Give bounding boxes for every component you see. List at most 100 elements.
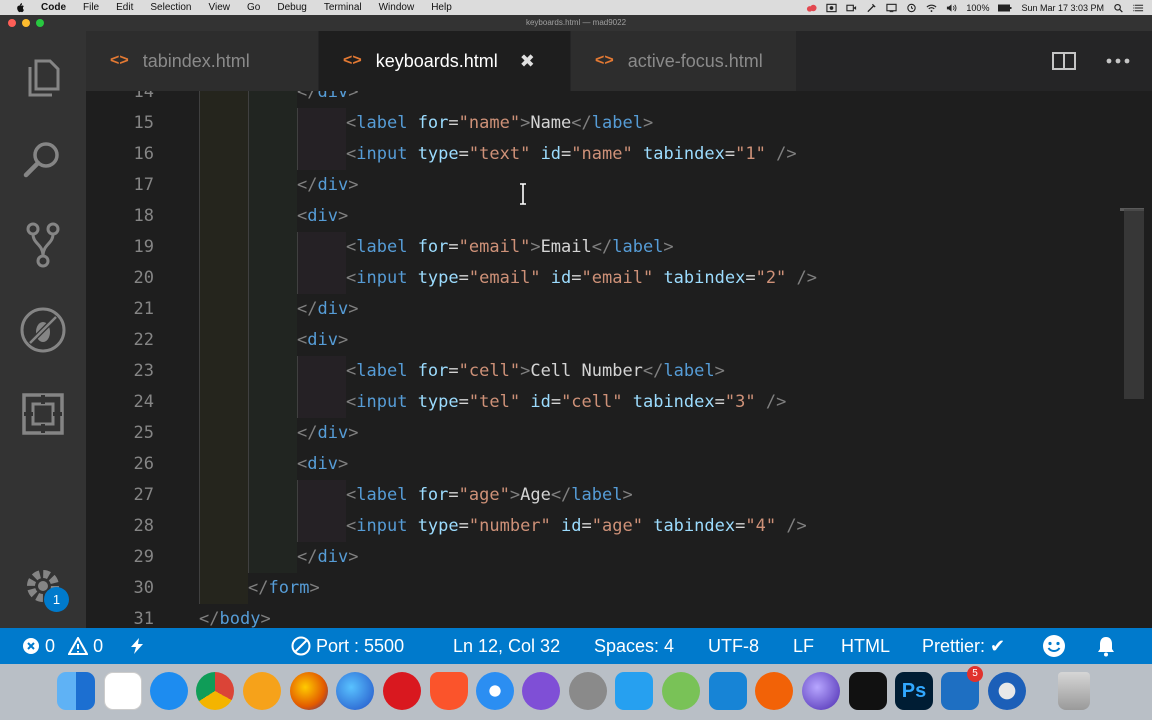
indentation[interactable]: Spaces: 4 <box>594 628 674 664</box>
photoshop-icon[interactable]: Ps <box>895 672 933 710</box>
code-line[interactable]: 14 </div> <box>86 91 1126 108</box>
opera-icon[interactable] <box>383 672 421 710</box>
firefox-icon[interactable] <box>290 672 328 710</box>
video-camera-icon[interactable] <box>846 3 857 13</box>
display-icon[interactable] <box>886 3 898 13</box>
line-number[interactable]: 30 <box>86 573 154 604</box>
timemachine-icon[interactable] <box>906 3 917 13</box>
line-number[interactable]: 22 <box>86 325 154 356</box>
code-line[interactable]: 22 <div> <box>86 325 1126 356</box>
code-line[interactable]: 23 <label for="cell">Cell Number</label> <box>86 356 1126 387</box>
line-number[interactable]: 19 <box>86 232 154 263</box>
screen-recorder-dock-icon[interactable] <box>988 672 1026 710</box>
tab-keyboards[interactable]: <> keyboards.html ✖ <box>319 31 571 91</box>
code-line[interactable]: 31 </body> <box>86 604 1126 628</box>
brave-icon[interactable] <box>430 672 468 710</box>
line-number[interactable]: 28 <box>86 511 154 542</box>
trash-icon[interactable] <box>1058 672 1090 710</box>
menu-terminal[interactable]: Terminal <box>324 0 362 15</box>
close-tab-icon[interactable]: ✖ <box>520 51 535 72</box>
more-actions-icon[interactable] <box>1106 58 1130 64</box>
code-line[interactable]: 15 <label for="name">Name</label> <box>86 108 1126 139</box>
battery-icon[interactable] <box>998 3 1012 13</box>
system-preferences-icon[interactable] <box>569 672 607 710</box>
close-window-button[interactable] <box>8 19 16 27</box>
search-icon[interactable] <box>18 135 68 185</box>
line-number[interactable]: 23 <box>86 356 154 387</box>
menu-app-name[interactable]: Code <box>41 0 66 15</box>
menu-window[interactable]: Window <box>379 0 415 15</box>
menu-go[interactable]: Go <box>247 0 260 15</box>
line-number[interactable]: 24 <box>86 387 154 418</box>
tools-icon[interactable] <box>866 3 877 13</box>
line-number[interactable]: 26 <box>86 449 154 480</box>
extensions-icon[interactable] <box>18 389 68 439</box>
code-line[interactable]: 18 <div> <box>86 201 1126 232</box>
menu-debug[interactable]: Debug <box>277 0 306 15</box>
code-line[interactable]: 26 <div> <box>86 449 1126 480</box>
editor-scrollbar[interactable] <box>1124 209 1144 399</box>
volume-icon[interactable] <box>946 3 957 13</box>
safari-preview-icon[interactable] <box>522 672 560 710</box>
split-editor-icon[interactable] <box>1052 52 1076 70</box>
finder-icon[interactable] <box>57 672 95 710</box>
source-control-icon[interactable] <box>18 219 68 269</box>
debug-icon[interactable] <box>18 305 68 355</box>
line-number[interactable]: 16 <box>86 139 154 170</box>
code-line[interactable]: 29 </div> <box>86 542 1126 573</box>
wifi-icon[interactable] <box>926 3 937 13</box>
firefox-dev-icon[interactable] <box>336 672 374 710</box>
tab-active-focus[interactable]: <> active-focus.html <box>571 31 797 91</box>
minimize-window-button[interactable] <box>22 19 30 27</box>
code-line[interactable]: 28 <input type="number" id="age" tabindex… <box>86 511 1126 542</box>
tab-tabindex[interactable]: <> tabindex.html <box>86 31 319 91</box>
android-studio-icon[interactable] <box>662 672 700 710</box>
notifications-bell-icon[interactable] <box>1095 635 1117 657</box>
screen-recorder-icon[interactable] <box>826 3 838 13</box>
quicktime-icon[interactable] <box>802 672 840 710</box>
line-number[interactable]: 27 <box>86 480 154 511</box>
encoding[interactable]: UTF-8 <box>708 628 759 664</box>
notes-icon[interactable] <box>104 672 142 710</box>
code-line[interactable]: 27 <label for="age">Age</label> <box>86 480 1126 511</box>
cursor-position[interactable]: Ln 12, Col 32 <box>453 628 560 664</box>
line-number[interactable]: 15 <box>86 108 154 139</box>
code-line[interactable]: 25 </div> <box>86 418 1126 449</box>
zoom-window-button[interactable] <box>36 19 44 27</box>
terminal-icon[interactable] <box>849 672 887 710</box>
menubar-clock[interactable]: Sun Mar 17 3:03 PM <box>1021 3 1104 13</box>
notification-center-icon[interactable] <box>1133 3 1144 13</box>
code-line[interactable]: 21 </div> <box>86 294 1126 325</box>
explorer-files-icon[interactable] <box>18 53 68 103</box>
menu-help[interactable]: Help <box>431 0 452 15</box>
line-number[interactable]: 14 <box>86 91 154 108</box>
apple-logo-icon[interactable] <box>13 2 27 13</box>
menu-view[interactable]: View <box>209 0 231 15</box>
code-line[interactable]: 30 </form> <box>86 573 1126 604</box>
code-line[interactable]: 16 <input type="text" id="name" tabindex=… <box>86 139 1126 170</box>
end-of-line[interactable]: LF <box>793 628 814 664</box>
creative-cloud-icon[interactable] <box>806 3 817 13</box>
vscode-icon[interactable] <box>615 672 653 710</box>
code-line[interactable]: 19 <label for="email">Email</label> <box>86 232 1126 263</box>
menu-selection[interactable]: Selection <box>150 0 191 15</box>
code-line[interactable]: 17 </div> <box>86 170 1126 201</box>
chrome-icon[interactable] <box>196 672 234 710</box>
problems-indicator[interactable]: 0 0 <box>22 628 103 664</box>
feedback-smiley-icon[interactable] <box>1042 634 1066 658</box>
line-number[interactable]: 25 <box>86 418 154 449</box>
spotlight-search-icon[interactable] <box>1113 3 1124 13</box>
postman-icon[interactable] <box>755 672 793 710</box>
language-mode[interactable]: HTML <box>841 628 890 664</box>
outlook-icon[interactable]: 5 <box>941 666 983 710</box>
prettier-status[interactable]: Prettier: ✔ <box>922 628 1005 664</box>
lightning-icon[interactable] <box>128 637 146 655</box>
code-line[interactable]: 20 <input type="email" id="email" tabinde… <box>86 263 1126 294</box>
code-line[interactable]: 24 <input type="tel" id="cell" tabindex="… <box>86 387 1126 418</box>
line-number[interactable]: 17 <box>86 170 154 201</box>
line-number[interactable]: 31 <box>86 604 154 628</box>
chrome-canary-icon[interactable] <box>243 672 281 710</box>
line-number[interactable]: 29 <box>86 542 154 573</box>
line-number[interactable]: 18 <box>86 201 154 232</box>
menu-edit[interactable]: Edit <box>116 0 133 15</box>
